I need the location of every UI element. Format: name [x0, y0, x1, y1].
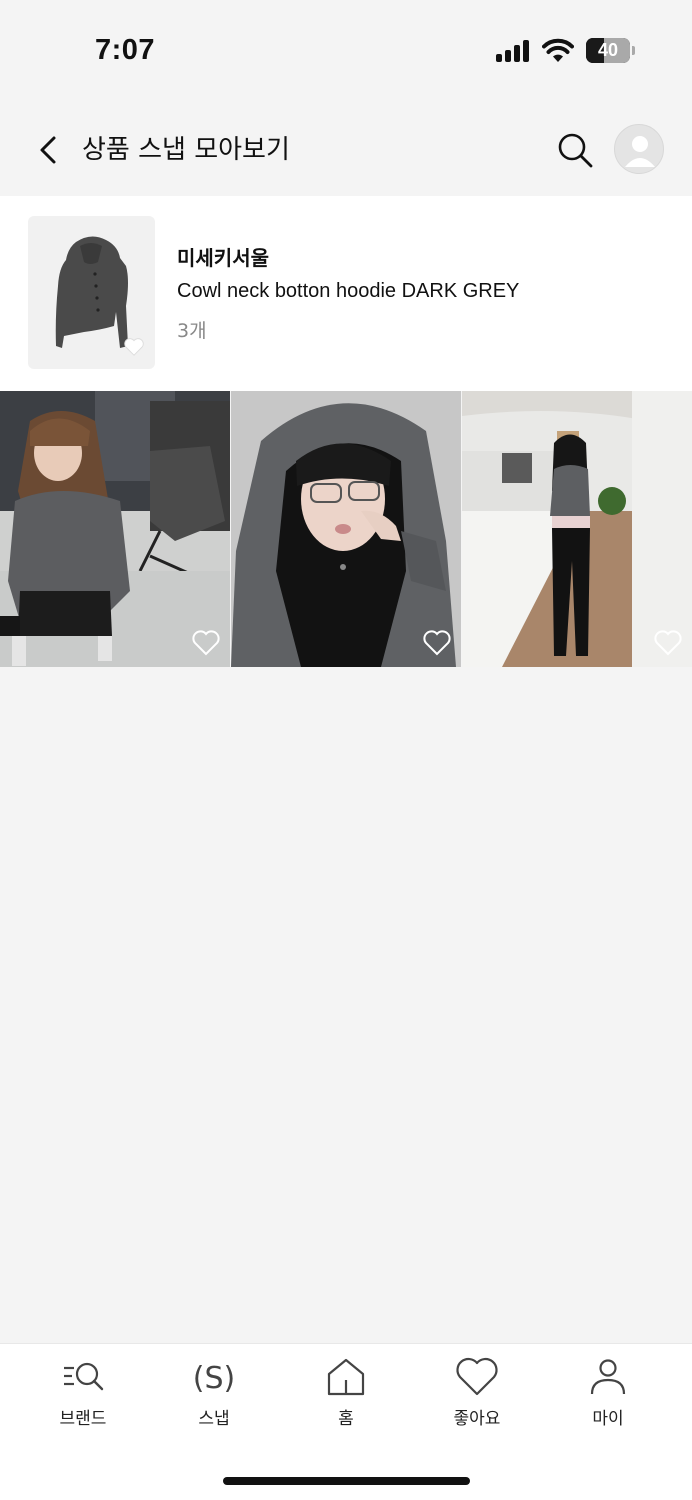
snap-photo-2[interactable]	[231, 391, 461, 667]
wifi-icon	[542, 38, 574, 62]
nav-label: 좋아요	[453, 1409, 501, 1429]
svg-text:(S): (S)	[193, 1361, 235, 1396]
status-time: 7:07	[95, 34, 156, 66]
nav-brand[interactable]: 브랜드	[23, 1356, 143, 1429]
nav-label: 스냅	[198, 1409, 230, 1429]
snap-count: 3개	[177, 320, 207, 342]
nav-label: 마이	[592, 1409, 624, 1429]
snap-image	[231, 391, 461, 667]
heart-icon	[456, 1357, 498, 1396]
nav-my[interactable]: 마이	[548, 1356, 668, 1429]
status-bar: 7:07 40	[0, 0, 692, 100]
snap-photo-1[interactable]	[0, 391, 230, 667]
search-icon[interactable]	[555, 130, 595, 170]
brand-name[interactable]: 미세키서울	[177, 242, 269, 271]
nav-likes[interactable]: 좋아요	[417, 1356, 537, 1429]
page-title: 상품 스냅 모아보기	[82, 135, 290, 165]
nav-home[interactable]: 홈	[286, 1356, 406, 1429]
product-thumbnail[interactable]	[28, 216, 155, 369]
heart-icon[interactable]	[123, 337, 145, 357]
home-indicator[interactable]	[223, 1477, 470, 1485]
chevron-left-icon[interactable]	[32, 130, 68, 170]
product-card[interactable]: 미세키서울 Cowl neck botton hoodie DARK GREY …	[0, 196, 692, 391]
person-icon	[590, 1359, 626, 1395]
cellular-signal-icon	[496, 40, 532, 62]
nav-snap[interactable]: (S) 스냅	[154, 1356, 274, 1429]
snap-image	[0, 391, 230, 667]
snap-photo-3[interactable]	[462, 391, 692, 667]
heart-outline-icon[interactable]	[653, 629, 683, 657]
heart-outline-icon[interactable]	[422, 629, 452, 657]
brand-search-icon	[64, 1362, 104, 1391]
heart-outline-icon[interactable]	[191, 629, 221, 657]
nav-label: 홈	[338, 1409, 354, 1429]
snap-grid	[0, 391, 692, 667]
snap-s-icon: (S)	[193, 1361, 235, 1396]
battery-level: 40	[597, 40, 619, 60]
snap-image	[462, 391, 692, 667]
nav-label: 브랜드	[59, 1409, 107, 1429]
battery-icon: 40	[586, 38, 635, 63]
user-avatar-icon[interactable]	[614, 124, 664, 174]
home-icon	[327, 1358, 365, 1396]
product-name[interactable]: Cowl neck botton hoodie DARK GREY	[177, 280, 519, 303]
app-header: 상품 스냅 모아보기	[0, 100, 692, 196]
